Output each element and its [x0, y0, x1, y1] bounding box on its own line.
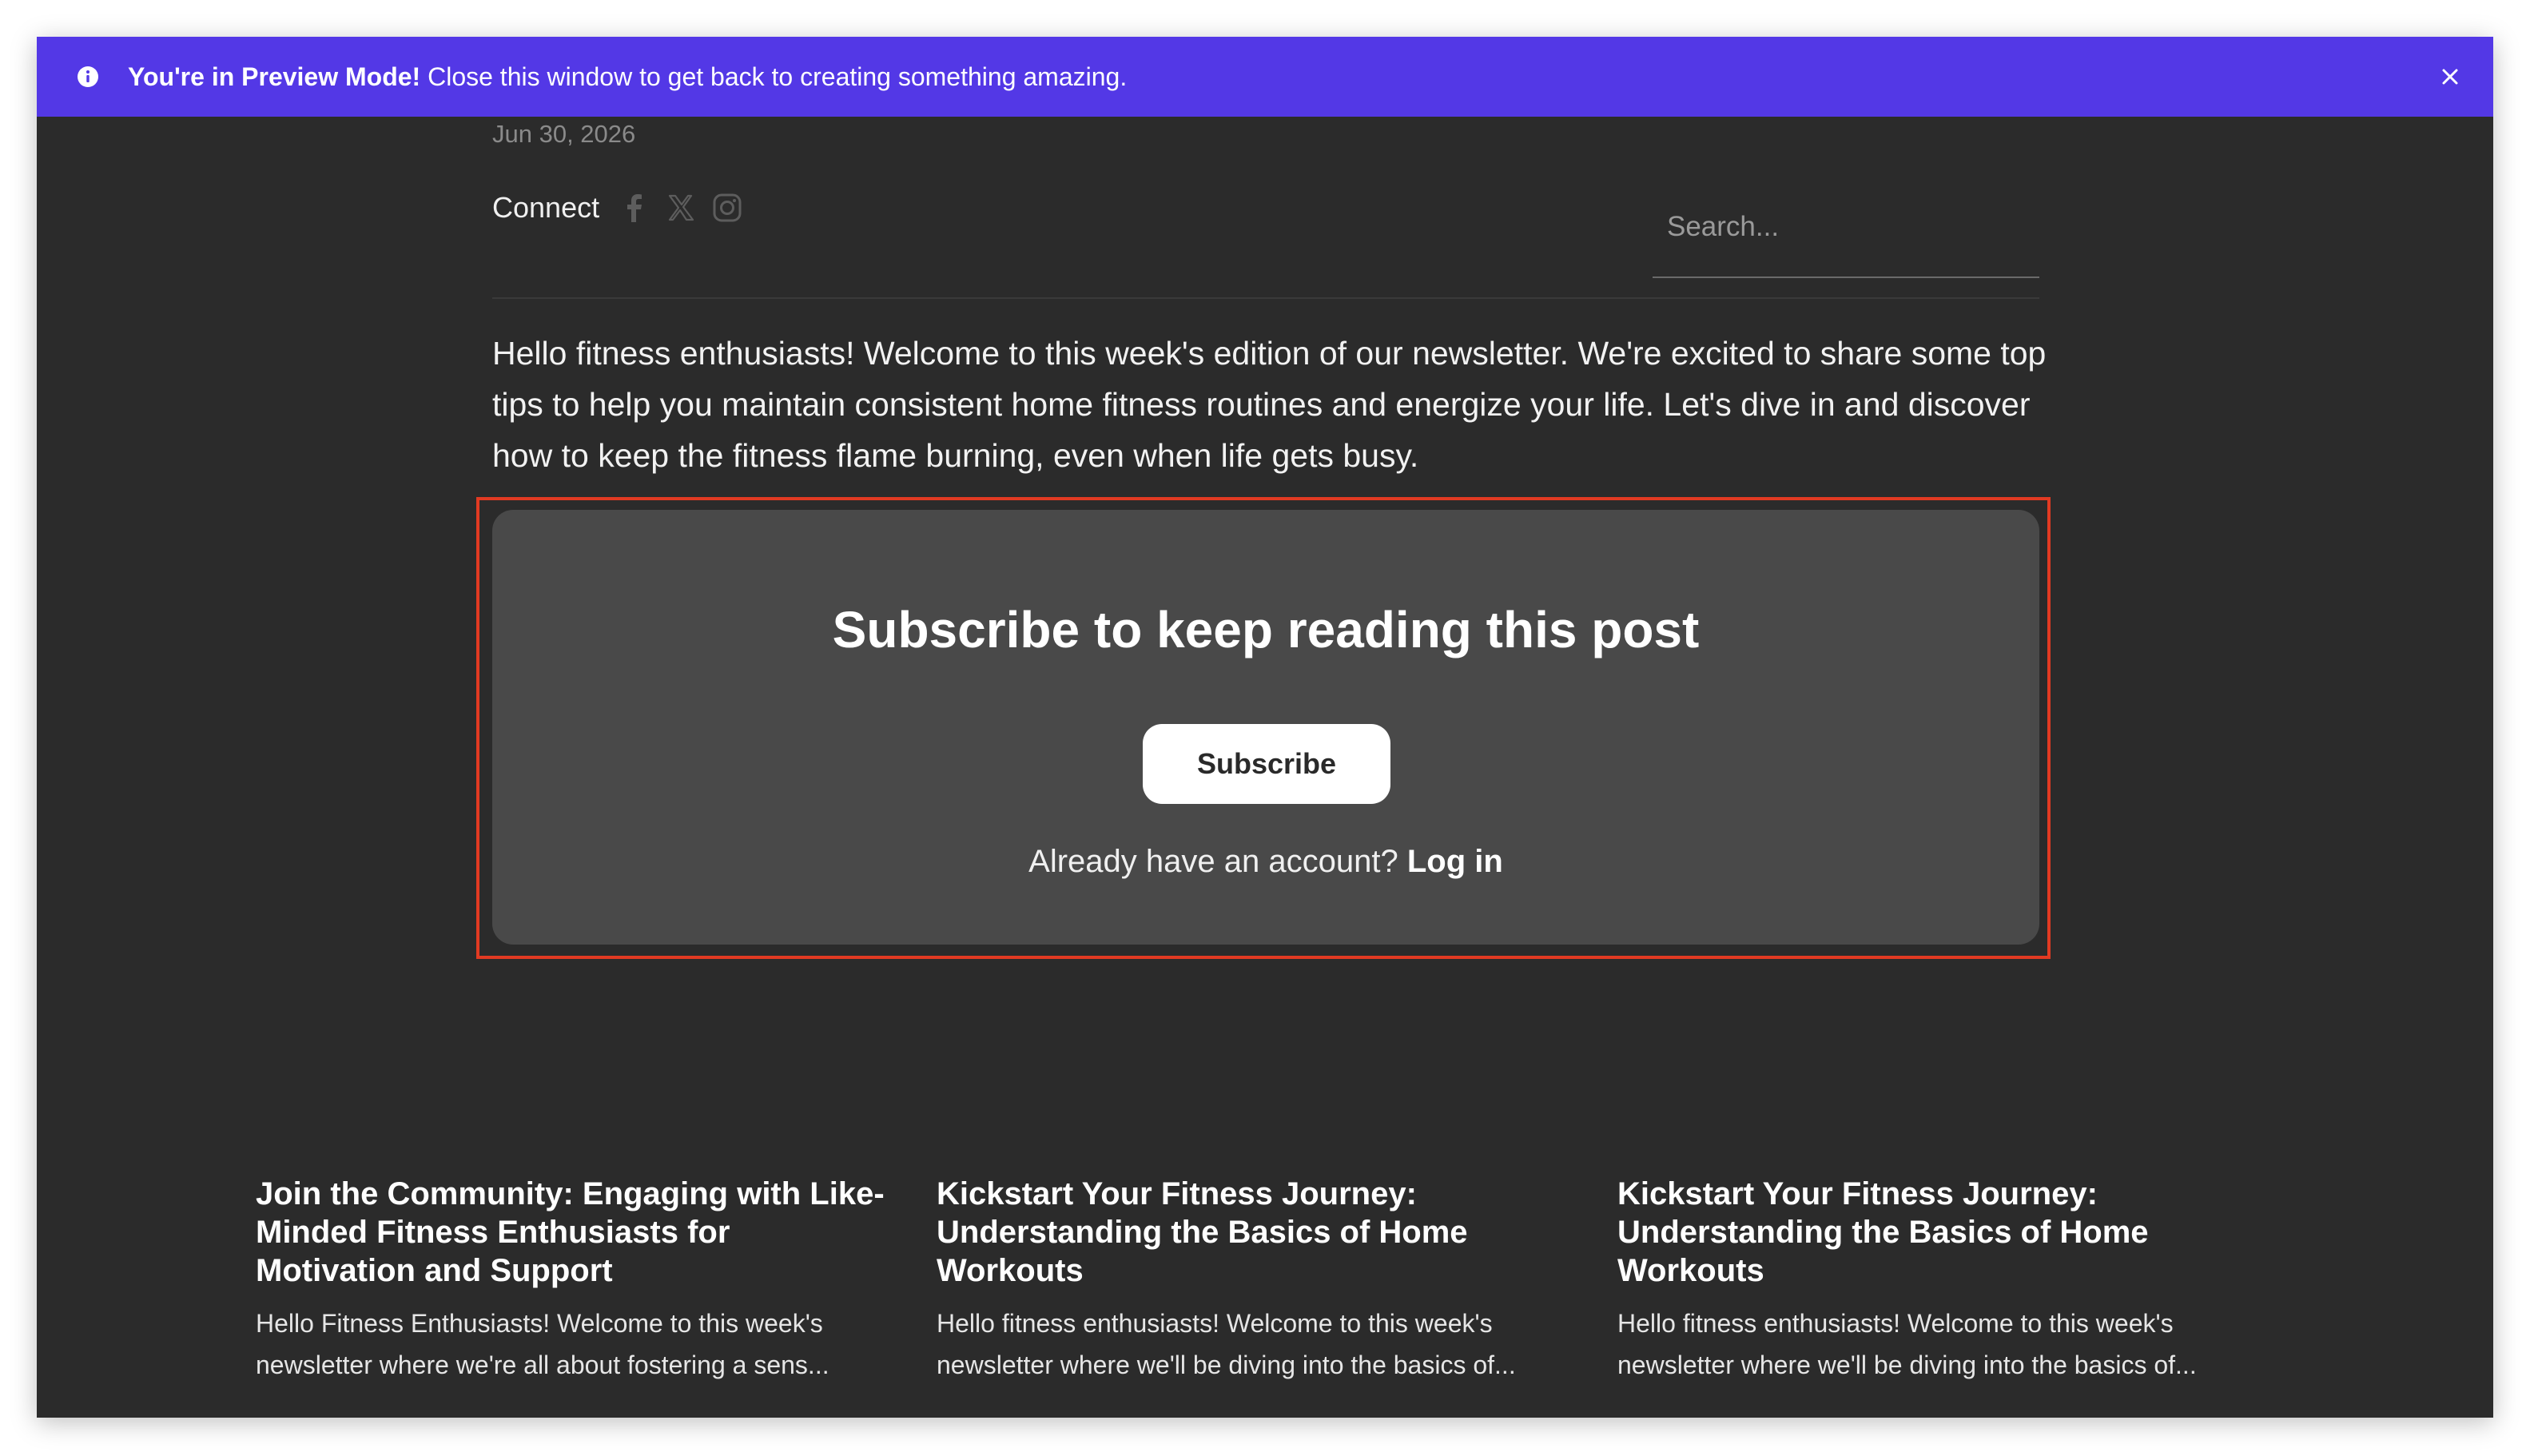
preview-mode-banner: You're in Preview Mode! Close this windo… [37, 37, 2493, 117]
connect-label: Connect [492, 191, 600, 224]
paywall-box: Subscribe to keep reading this post Subs… [492, 510, 2039, 945]
header-divider [492, 297, 2039, 299]
search-input[interactable] [1653, 181, 2039, 273]
related-post-title[interactable]: Join the Community: Engaging with Like-M… [256, 1175, 895, 1290]
related-post-title[interactable]: Kickstart Your Fitness Journey: Understa… [937, 1175, 1576, 1290]
subscribe-button[interactable]: Subscribe [1143, 724, 1390, 804]
post-date: Jun 30, 2026 [492, 120, 636, 148]
info-icon [77, 66, 99, 88]
login-link[interactable]: Log in [1407, 844, 1503, 879]
close-icon[interactable] [2434, 61, 2466, 93]
x-icon[interactable] [663, 190, 698, 225]
preview-mode-title: You're in Preview Mode! [128, 62, 421, 91]
related-post-card[interactable]: Kickstart Your Fitness Journey: Understa… [1617, 1175, 2257, 1386]
account-prompt: Already have an account? Log in [492, 839, 2039, 884]
paywall-title: Subscribe to keep reading this post [832, 601, 1700, 658]
account-prompt-text: Already have an account? [1028, 844, 1398, 879]
preview-window: You're in Preview Mode! Close this windo… [37, 37, 2493, 1418]
search-box [1653, 181, 2039, 278]
related-post-excerpt: Hello Fitness Enthusiasts! Welcome to th… [256, 1309, 829, 1379]
instagram-icon[interactable] [710, 190, 745, 225]
related-post-excerpt: Hello fitness enthusiasts! Welcome to th… [1617, 1309, 2197, 1379]
preview-mode-message: You're in Preview Mode! Close this windo… [128, 59, 1127, 94]
connect-row: Connect [492, 184, 756, 232]
related-post-excerpt: Hello fitness enthusiasts! Welcome to th… [937, 1309, 1516, 1379]
post-intro: Hello fitness enthusiasts! Welcome to th… [492, 335, 2047, 474]
related-post-card[interactable]: Kickstart Your Fitness Journey: Understa… [937, 1175, 1576, 1386]
related-post-card[interactable]: Join the Community: Engaging with Like-M… [256, 1175, 895, 1386]
related-post-title[interactable]: Kickstart Your Fitness Journey: Understa… [1617, 1175, 2257, 1290]
preview-mode-text: Close this window to get back to creatin… [420, 62, 1128, 91]
facebook-icon[interactable] [617, 190, 652, 225]
